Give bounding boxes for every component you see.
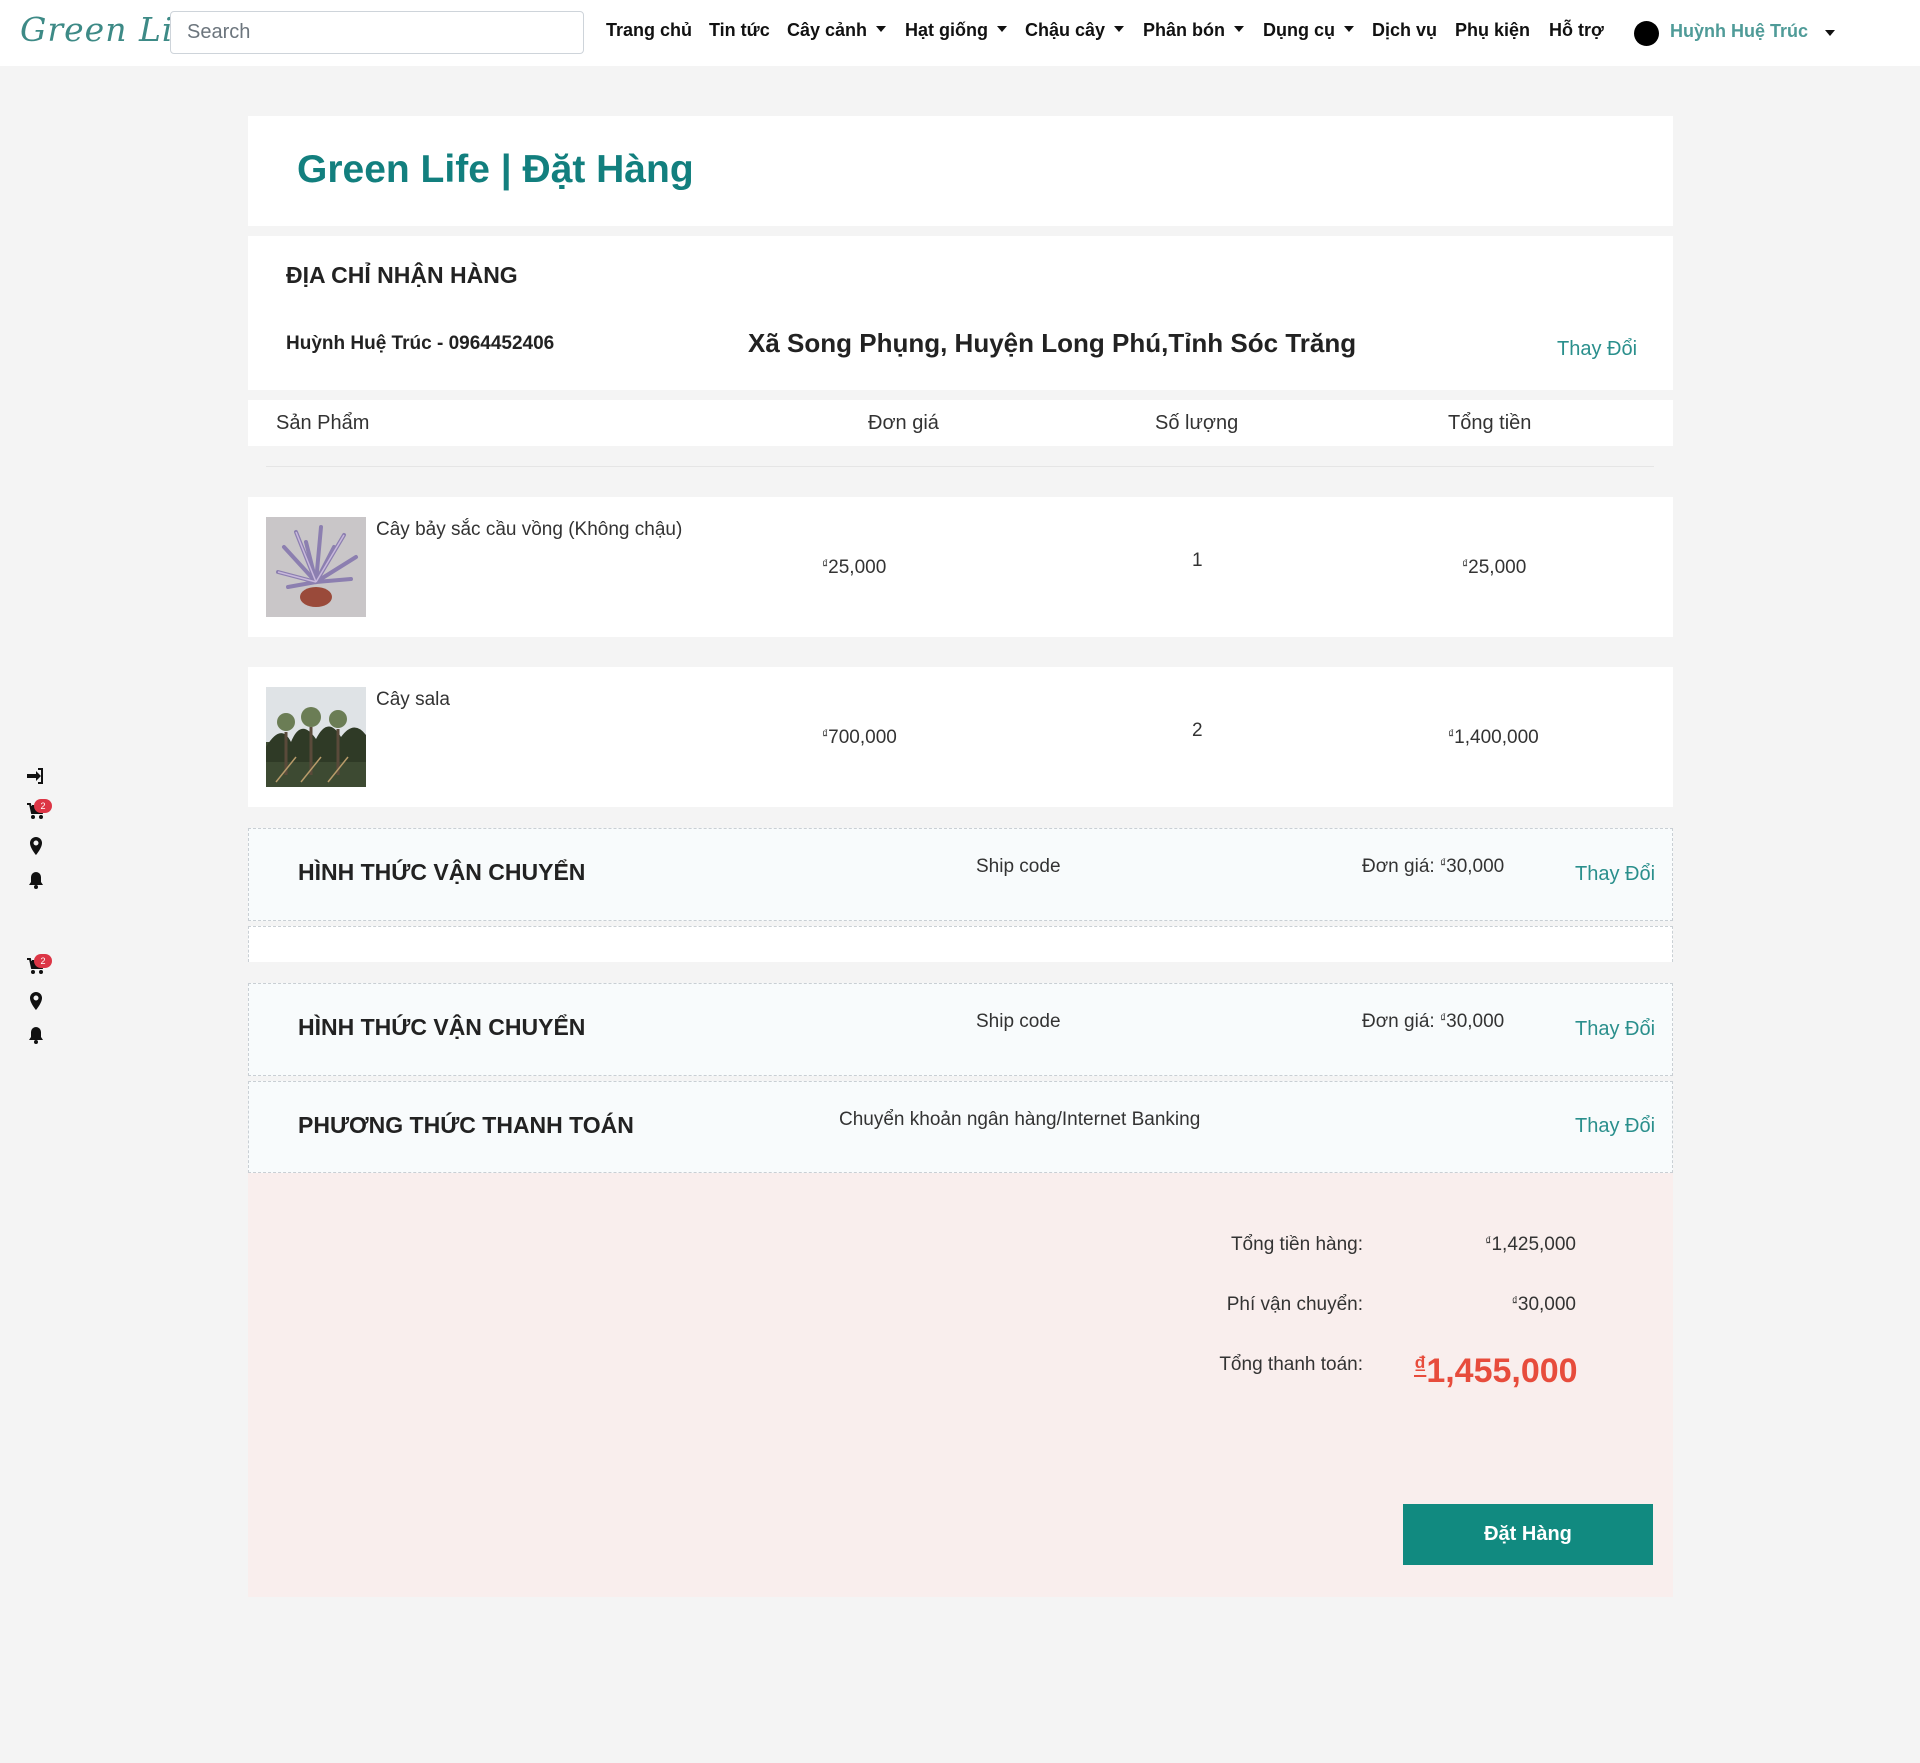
nav-item-dich-vu[interactable]: Dịch vụ (1372, 20, 1437, 41)
change-address-link[interactable]: Thay Đổi (1557, 338, 1637, 361)
recipient-name-phone: Huỳnh Huệ Trúc - 0964452406 (286, 333, 555, 354)
shipping-section: HÌNH THỨC VẬN CHUYỂN Ship code Đơn giá: … (248, 828, 1673, 921)
payment-method: Chuyển khoản ngân hàng/Internet Banking (839, 1109, 1201, 1130)
product-name[interactable]: Cây bảy sắc cầu vồng (Không chậu) (376, 519, 682, 541)
nav-item-phan-bon[interactable]: Phân bón (1143, 20, 1244, 41)
avatar[interactable] (1634, 21, 1659, 46)
column-header-total: Tổng tiền (1448, 412, 1532, 434)
chevron-down-icon (1114, 26, 1125, 33)
column-header-unit-price: Đơn giá (868, 412, 939, 434)
column-header-product: Sản Phẩm (276, 412, 370, 434)
nav-item-ho-tro[interactable]: Hỗ trợ (1549, 20, 1604, 41)
address-panel (248, 236, 1673, 390)
place-order-button[interactable]: Đặt Hàng (1403, 1504, 1653, 1565)
bell-icon[interactable] (26, 870, 46, 890)
shipping-heading: HÌNH THỨC VẬN CHUYỂN (298, 859, 586, 885)
shipping-method: Ship code (976, 1011, 1061, 1032)
nav-item-phu-kien[interactable]: Phụ kiện (1455, 20, 1530, 41)
product-image[interactable] (266, 517, 366, 617)
nav-item-chau-cay[interactable]: Chậu cây (1025, 20, 1125, 41)
page-title: Green Life | Đặt Hàng (297, 148, 694, 191)
map-marker-icon[interactable] (26, 836, 46, 856)
unit-price: ₫700,000 (822, 727, 897, 748)
grand-total-value: ₫1,455,000 (1414, 1352, 1578, 1390)
empty-section (248, 926, 1673, 962)
chevron-down-icon[interactable] (1825, 30, 1835, 36)
top-navbar: Green Life Trang chủ Tin tức Cây cảnh Hạ… (0, 0, 1920, 66)
goods-total-value: ₫1,425,000 (1485, 1234, 1576, 1255)
sign-in-icon[interactable] (26, 766, 46, 786)
payment-heading: PHƯƠNG THỨC THANH TOÁN (298, 1112, 634, 1138)
shipping-fee-value: ₫30,000 (1511, 1294, 1576, 1315)
line-total: ₫25,000 (1462, 557, 1527, 578)
bell-icon[interactable] (26, 1025, 46, 1045)
shipping-price: Đơn giá: ₫30,000 (1362, 856, 1505, 877)
change-payment-link[interactable]: Thay Đổi (1575, 1115, 1655, 1138)
payment-section: PHƯƠNG THỨC THANH TOÁN Chuyển khoản ngân… (248, 1081, 1673, 1173)
table-row (248, 497, 1673, 637)
grand-total-label: Tổng thanh toán: (1219, 1354, 1363, 1375)
nav-item-trang-chu[interactable]: Trang chủ (606, 20, 692, 41)
shipping-method: Ship code (976, 856, 1061, 877)
shipping-section: HÌNH THỨC VẬN CHUYỂN Ship code Đơn giá: … (248, 983, 1673, 1076)
change-shipping-link[interactable]: Thay Đổi (1575, 1018, 1655, 1041)
map-marker-icon[interactable] (26, 991, 46, 1011)
shipping-price: Đơn giá: ₫30,000 (1362, 1011, 1505, 1032)
address-heading: ĐỊA CHỈ NHẬN HÀNG (286, 262, 518, 288)
divider (266, 466, 1654, 467)
chevron-down-icon (997, 26, 1007, 33)
quantity: 2 (1192, 720, 1203, 741)
column-header-quantity: Số lượng (1155, 412, 1239, 434)
nav-item-cay-canh[interactable]: Cây cảnh (787, 20, 887, 41)
shipping-fee-label: Phí vận chuyển: (1226, 1294, 1363, 1315)
user-menu-name[interactable]: Huỳnh Huệ Trúc (1670, 21, 1808, 42)
line-total: ₫1,400,000 (1448, 727, 1539, 748)
search-input[interactable] (170, 11, 584, 54)
product-name[interactable]: Cây sala (376, 689, 450, 711)
delivery-address: Xã Song Phụng, Huyện Long Phú,Tỉnh Sóc T… (748, 328, 1357, 358)
chevron-down-icon (1344, 26, 1354, 33)
chevron-down-icon (876, 26, 887, 33)
goods-total-label: Tổng tiền hàng: (1230, 1234, 1363, 1255)
change-shipping-link[interactable]: Thay Đổi (1575, 863, 1655, 886)
product-image[interactable] (266, 687, 366, 787)
quantity: 1 (1192, 550, 1203, 571)
unit-price: ₫25,000 (822, 557, 887, 578)
cart-count-badge: 2 (34, 954, 52, 968)
shipping-heading: HÌNH THỨC VẬN CHUYỂN (298, 1014, 586, 1040)
nav-item-hat-giong[interactable]: Hạt giống (905, 20, 1007, 41)
nav-item-tin-tuc[interactable]: Tin tức (709, 20, 770, 41)
chevron-down-icon (1234, 26, 1244, 33)
nav-item-dung-cu[interactable]: Dụng cụ (1263, 20, 1354, 41)
cart-count-badge: 2 (34, 799, 52, 813)
